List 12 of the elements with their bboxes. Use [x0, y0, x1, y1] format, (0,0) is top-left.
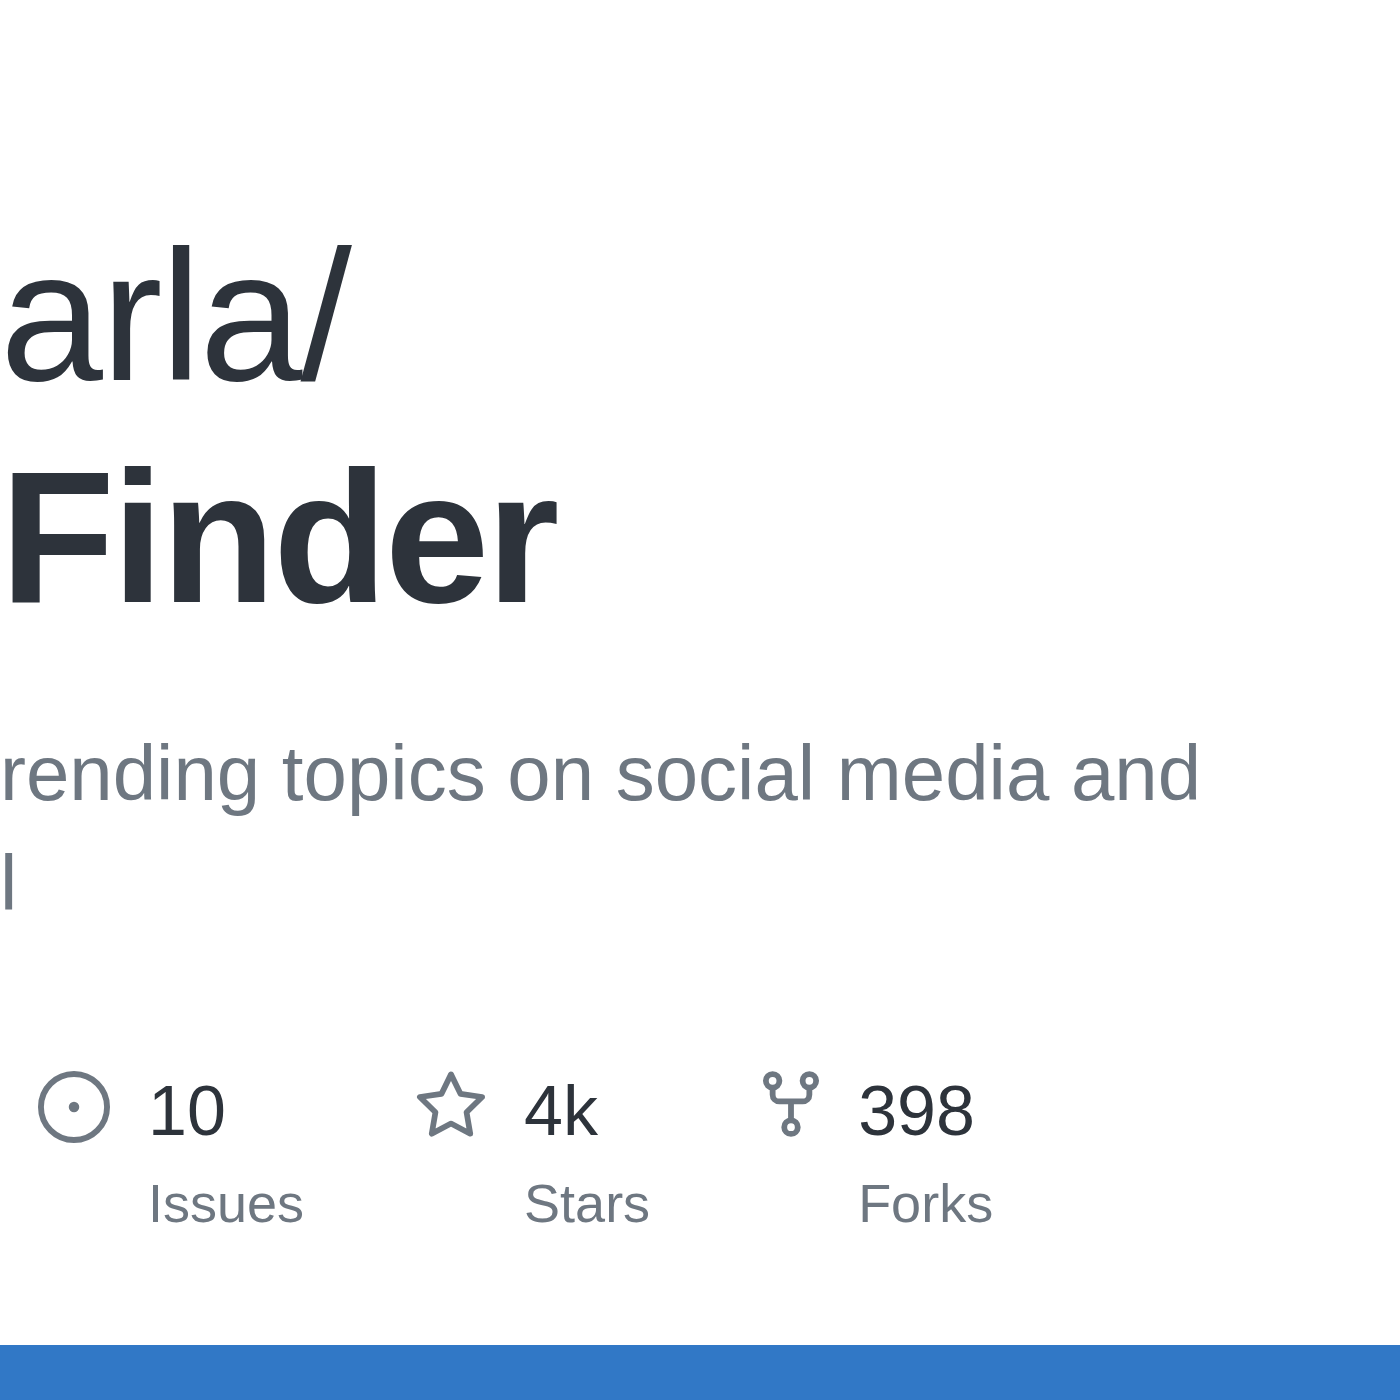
stat-count: 398	[858, 1071, 975, 1151]
repo-name: Finder	[0, 431, 557, 644]
stat-label: Issues	[148, 1172, 305, 1235]
stat-label: Stars	[524, 1172, 651, 1235]
star-icon	[416, 1071, 487, 1137]
fork-icon	[762, 1071, 821, 1137]
repo-owner: arla/	[0, 212, 350, 421]
stat-label: Forks	[858, 1172, 994, 1235]
repo-description: rending topics on social media and l	[0, 728, 1202, 929]
stat-count: 10	[148, 1071, 226, 1151]
circle-dot-icon	[38, 1071, 110, 1143]
stat-count: 4k	[524, 1071, 598, 1151]
